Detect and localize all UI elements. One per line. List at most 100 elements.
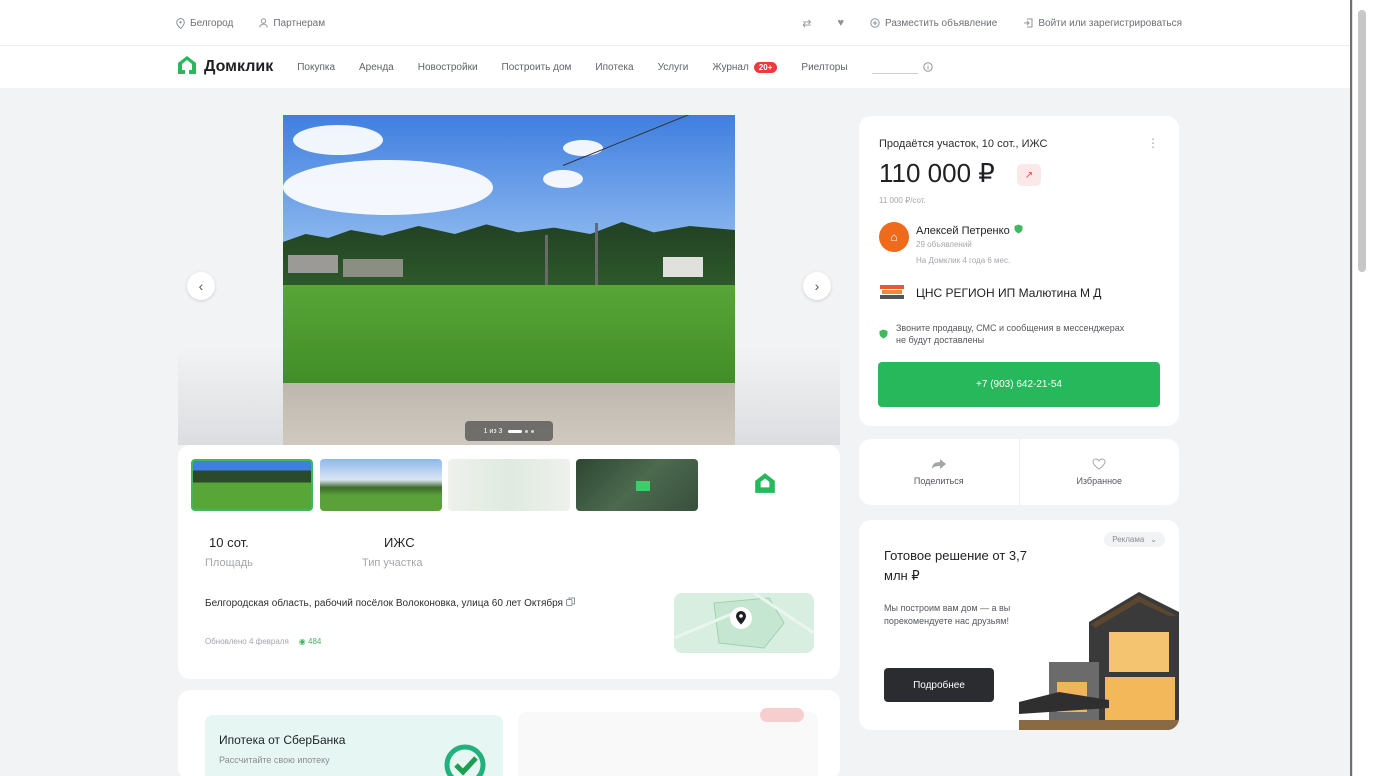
domclick-logo-icon	[176, 54, 198, 81]
nav-item-journal[interactable]: Журнал 20+	[712, 61, 778, 73]
ad-tag-label: Реклама	[1112, 535, 1145, 544]
partner-logo-icon	[871, 60, 918, 74]
address-value: Белгородская область, рабочий посёлок Во…	[205, 598, 563, 609]
verified-shield-icon	[1014, 224, 1023, 237]
price-trend-button[interactable]: ↗	[1017, 164, 1041, 186]
nav-item-services[interactable]: Услуги	[658, 62, 689, 73]
listing-info-card: 10 сот. Площадь ИЖС Тип участка Белгород…	[178, 445, 840, 679]
share-button[interactable]: Поделиться	[859, 439, 1019, 505]
thumbnail-photo-2[interactable]	[320, 459, 442, 511]
info-icon	[922, 62, 933, 72]
logo-text: Домклик	[204, 58, 274, 75]
nav-item-realtors[interactable]: Риелторы	[801, 62, 847, 73]
seller-since: На Домклик 4 года 6 мес.	[916, 256, 1011, 265]
faded-offer-block[interactable]	[518, 708, 818, 776]
share-label: Поделиться	[913, 476, 964, 486]
sber-title: Ипотека от СберБанка	[219, 733, 346, 747]
page-scrollbar[interactable]	[1352, 0, 1374, 776]
nav-item-buy[interactable]: Покупка	[297, 62, 335, 73]
ad-card: Реклама ⌄ Готовое решение от 3,7 млн ₽ М…	[859, 520, 1179, 730]
sber-mortgage-banner[interactable]: Ипотека от СберБанка Рассчитайте свою ип…	[205, 715, 503, 776]
shield-check-icon	[879, 322, 888, 346]
map-pin-icon	[730, 607, 752, 638]
thumbnail-photo-1[interactable]	[191, 459, 313, 511]
photo-cloud	[293, 125, 383, 155]
address-text: Белгородская область, рабочий посёлок Во…	[205, 597, 645, 610]
favorite-button[interactable]: Избранное	[1018, 439, 1180, 505]
nav-item-rent[interactable]: Аренда	[359, 62, 394, 73]
seller-name-row[interactable]: Алексей Петренко	[916, 224, 1023, 237]
views-count-wrap: ◉ 484	[299, 637, 322, 646]
copy-icon[interactable]	[565, 597, 575, 606]
main-nav: Домклик Покупка Аренда Новостройки Постр…	[0, 46, 1352, 88]
thumbnail-map[interactable]	[448, 459, 570, 511]
faded-badge	[760, 708, 804, 722]
main-photo[interactable]	[283, 115, 735, 445]
agency-name[interactable]: ЦНС РЕГИОН ИП Малютина М Д	[916, 286, 1101, 300]
gallery-counter-text: 1 из 3	[483, 427, 503, 435]
login-link[interactable]: Войти или зарегистрироваться	[1023, 18, 1182, 29]
post-ad-link[interactable]: Разместить объявление	[870, 18, 997, 29]
favorite-label: Избранное	[1076, 476, 1123, 486]
area-value: 10 сот.	[209, 535, 249, 550]
actions-card: Поделиться Избранное	[859, 439, 1179, 505]
chevron-left-icon: ‹	[198, 278, 204, 294]
chevron-down-icon: ⌄	[1150, 535, 1157, 544]
ad-tag[interactable]: Реклама ⌄	[1104, 532, 1165, 547]
price-per-unit: 11 000 ₽/сот.	[879, 196, 926, 205]
sber-check-icon	[443, 743, 487, 776]
seller-ads-count: 29 объявлений	[916, 240, 972, 249]
photo-cloud	[283, 160, 493, 215]
listing-title: Продаётся участок, 10 сот., ИЖС	[879, 138, 1048, 150]
login-label: Войти или зарегистрироваться	[1038, 17, 1182, 29]
phone-number: +7 (903) 642-21-54	[976, 379, 1062, 390]
price-card: Продаётся участок, 10 сот., ИЖС ⋮ 110 00…	[859, 116, 1179, 426]
contact-warning-text: Звоните продавцу, СМС и сообщения в месс…	[896, 323, 1125, 345]
post-ad-label: Разместить объявление	[885, 17, 998, 29]
photo-grass	[283, 285, 735, 395]
updated-date: Обновлено 4 февраля	[205, 637, 289, 646]
gallery-next-button[interactable]: ›	[803, 272, 831, 300]
gallery-dot	[525, 429, 529, 433]
views-count: 484	[308, 637, 322, 646]
chevron-right-icon: ›	[814, 278, 820, 294]
sber-subtitle: Рассчитайте свою ипотеку	[219, 755, 330, 765]
nav-item-new-buildings[interactable]: Новостройки	[418, 62, 478, 73]
contact-warning: Звоните продавцу, СМС и сообщения в месс…	[879, 322, 1136, 346]
compare-button[interactable]: ⇄	[802, 17, 811, 30]
ad-more-button[interactable]: Подробнее	[884, 668, 994, 702]
heart-outline-icon	[1092, 458, 1106, 470]
thumbnail-more[interactable]	[704, 459, 826, 511]
compare-icon: ⇄	[802, 17, 812, 30]
partners-link[interactable]: Партнерам	[259, 18, 325, 29]
plot-type-label: Тип участка	[362, 557, 423, 569]
gallery-dot	[508, 429, 523, 433]
share-icon	[931, 458, 947, 470]
nav-item-build-house[interactable]: Построить дом	[502, 62, 572, 73]
mini-map[interactable]	[674, 593, 814, 653]
thumbnail-satellite[interactable]	[576, 459, 698, 511]
person-icon	[259, 18, 269, 28]
gallery-counter: 1 из 3	[465, 421, 553, 441]
gallery-prev-button[interactable]: ‹	[187, 272, 215, 300]
photo-cloud	[563, 140, 603, 156]
house-icon: ⌂	[890, 230, 898, 244]
city-selector[interactable]: Белгород	[176, 17, 234, 29]
scrollbar-thumb[interactable]	[1358, 10, 1366, 272]
top-bar: Белгород Партнерам ⇄ ♥ Разместить объявл…	[0, 0, 1352, 46]
gallery-dots	[508, 429, 535, 433]
nav-item-mortgage[interactable]: Ипотека	[595, 62, 633, 73]
listing-meta: Обновлено 4 февраля ◉ 484	[205, 637, 321, 646]
more-options-icon[interactable]: ⋮	[1147, 136, 1159, 150]
promo-logo-link[interactable]	[871, 60, 933, 74]
seller-avatar[interactable]: ⌂	[879, 222, 909, 252]
domclick-logo[interactable]: Домклик	[176, 54, 273, 81]
city-label: Белгород	[190, 17, 234, 29]
show-phone-button[interactable]: +7 (903) 642-21-54	[878, 362, 1160, 407]
listing-price: 110 000 ₽	[879, 158, 995, 188]
journal-badge: 20+	[753, 61, 778, 73]
domclick-placeholder-icon	[753, 471, 777, 500]
ad-text: Мы построим вам дом — а вы порекомендует…	[884, 603, 1011, 626]
eye-icon: ◉	[298, 637, 306, 646]
favorites-button[interactable]: ♥	[837, 17, 844, 29]
